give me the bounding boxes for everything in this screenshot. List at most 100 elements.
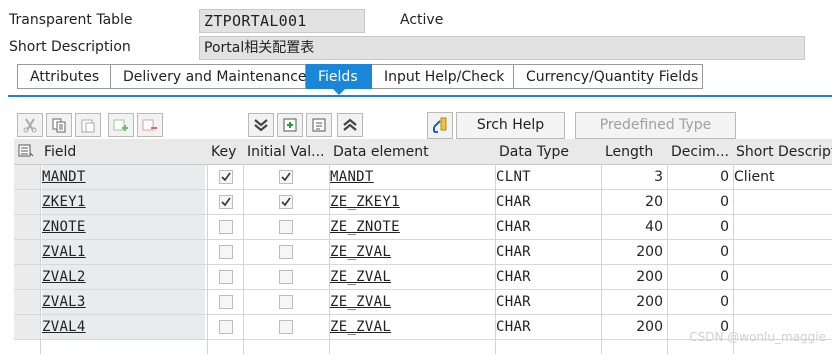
paste-icon[interactable] <box>75 113 101 137</box>
length-cell[interactable]: 40 <box>602 215 666 240</box>
column-header-data-type[interactable]: Data Type <box>499 139 599 164</box>
tab-input-help-check[interactable]: Input Help/Check <box>372 64 514 89</box>
row-selector[interactable] <box>14 265 40 290</box>
cut-icon[interactable] <box>17 113 43 137</box>
row-selector[interactable] <box>14 215 40 240</box>
initial-value-checkbox[interactable] <box>279 220 293 234</box>
short-description-field[interactable]: Portal相关配置表 <box>199 36 805 60</box>
data-element-cell[interactable]: ZE_ZVAL <box>330 265 493 290</box>
tab-strip: Attributes Delivery and Maintenance Fiel… <box>17 64 703 95</box>
data-type-cell[interactable]: CHAR <box>496 240 599 265</box>
data-type-cell[interactable]: CHAR <box>496 315 599 340</box>
decimals-cell[interactable]: 0 <box>668 215 732 240</box>
data-element-cell[interactable]: ZE_ZNOTE <box>330 215 493 240</box>
short-description-cell[interactable] <box>734 290 832 315</box>
length-cell[interactable]: 3 <box>602 165 666 190</box>
column-divider <box>40 164 41 354</box>
decimals-cell[interactable]: 0 <box>668 240 732 265</box>
table-row[interactable]: ZVAL3 ZE_ZVAL CHAR 200 0 <box>14 290 832 315</box>
row-selector[interactable] <box>14 290 40 315</box>
decimals-cell[interactable]: 0 <box>668 165 732 190</box>
table-row[interactable]: ZKEY1 ZE_ZKEY1 CHAR 20 0 <box>14 190 832 215</box>
copy-icon[interactable] <box>46 113 72 137</box>
column-header-initial-values[interactable]: Initial Val... <box>247 139 332 164</box>
initial-value-checkbox[interactable] <box>279 245 293 259</box>
tab-fields[interactable]: Fields <box>306 64 372 95</box>
initial-value-checkbox[interactable] <box>279 295 293 309</box>
insert-row-icon[interactable] <box>108 113 134 137</box>
table-row[interactable]: ZNOTE ZE_ZNOTE CHAR 40 0 <box>14 215 832 240</box>
data-element-cell[interactable]: ZE_ZKEY1 <box>330 190 493 215</box>
table-row[interactable]: ZVAL2 ZE_ZVAL CHAR 200 0 <box>14 265 832 290</box>
search-help-button[interactable]: Srch Help <box>456 112 565 139</box>
field-name-cell[interactable]: ZVAL3 <box>42 290 205 315</box>
tab-currency-quantity-fields[interactable]: Currency/Quantity Fields <box>514 64 703 89</box>
delete-row-icon[interactable] <box>137 113 163 137</box>
new-field-icon[interactable] <box>277 113 303 137</box>
short-description-cell[interactable] <box>734 265 832 290</box>
field-name-cell[interactable]: ZVAL4 <box>42 315 205 340</box>
table-name-field[interactable]: ZTPORTAL001 <box>199 9 365 33</box>
initial-value-checkbox[interactable] <box>279 195 293 209</box>
select-all-icon[interactable] <box>18 144 34 162</box>
predefined-type-button[interactable]: Predefined Type <box>575 112 736 139</box>
column-header-short-description[interactable]: Short Descripti <box>736 139 832 164</box>
length-cell[interactable]: 200 <box>602 290 666 315</box>
data-type-cell[interactable]: CLNT <box>496 165 599 190</box>
short-description-cell[interactable] <box>734 240 832 265</box>
decimals-cell[interactable]: 0 <box>668 265 732 290</box>
data-element-cell[interactable]: ZE_ZVAL <box>330 290 493 315</box>
length-cell[interactable]: 200 <box>602 240 666 265</box>
field-name-cell[interactable]: ZKEY1 <box>42 190 205 215</box>
column-header-decimals[interactable]: Decim... <box>671 139 733 164</box>
length-cell[interactable]: 200 <box>602 265 666 290</box>
column-header-field[interactable]: Field <box>44 139 204 164</box>
row-selector[interactable] <box>14 165 40 190</box>
column-header-length[interactable]: Length <box>605 139 665 164</box>
key-checkbox[interactable] <box>219 245 233 259</box>
column-header-data-element[interactable]: Data element <box>333 139 493 164</box>
table-row[interactable]: ZVAL1 ZE_ZVAL CHAR 200 0 <box>14 240 832 265</box>
expand-all-icon[interactable] <box>337 113 363 137</box>
column-header-key[interactable]: Key <box>211 139 245 164</box>
field-name-cell[interactable]: MANDT <box>42 165 205 190</box>
tab-underline <box>8 95 832 97</box>
row-selector[interactable] <box>14 190 40 215</box>
data-element-cell[interactable]: MANDT <box>330 165 493 190</box>
data-type-cell[interactable]: CHAR <box>496 265 599 290</box>
field-name-cell[interactable]: ZVAL2 <box>42 265 205 290</box>
tab-attributes[interactable]: Attributes <box>17 64 111 89</box>
data-type-cell[interactable]: CHAR <box>496 190 599 215</box>
field-name-cell[interactable]: ZNOTE <box>42 215 205 240</box>
data-element-cell[interactable]: ZE_ZVAL <box>330 240 493 265</box>
length-cell[interactable]: 200 <box>602 315 666 340</box>
table-row[interactable]: MANDT MANDT CLNT 3 0 Client <box>14 165 832 190</box>
key-checkbox[interactable] <box>219 295 233 309</box>
search-help-icon[interactable] <box>427 112 453 139</box>
row-selector[interactable] <box>14 315 40 340</box>
key-checkbox[interactable] <box>219 220 233 234</box>
length-cell[interactable]: 20 <box>602 190 666 215</box>
initial-value-checkbox[interactable] <box>279 270 293 284</box>
details-icon[interactable] <box>306 113 332 137</box>
data-type-cell[interactable]: CHAR <box>496 290 599 315</box>
field-name-cell[interactable]: ZVAL1 <box>42 240 205 265</box>
short-description-cell[interactable]: Client <box>734 165 832 190</box>
decimals-cell[interactable]: 0 <box>668 190 732 215</box>
data-element-cell[interactable]: ZE_ZVAL <box>330 315 493 340</box>
data-type-cell[interactable]: CHAR <box>496 215 599 240</box>
key-checkbox[interactable] <box>219 195 233 209</box>
short-description-cell[interactable] <box>734 215 832 240</box>
initial-value-checkbox[interactable] <box>279 320 293 334</box>
transparent-table-label: Transparent Table <box>9 12 133 28</box>
row-selector[interactable] <box>14 240 40 265</box>
key-checkbox[interactable] <box>219 320 233 334</box>
decimals-cell[interactable]: 0 <box>668 290 732 315</box>
initial-value-checkbox[interactable] <box>279 170 293 184</box>
key-checkbox[interactable] <box>219 170 233 184</box>
collapse-all-icon[interactable] <box>248 113 274 137</box>
tab-delivery-and-maintenance[interactable]: Delivery and Maintenance <box>111 64 307 89</box>
key-checkbox[interactable] <box>219 270 233 284</box>
short-description-cell[interactable] <box>734 190 832 215</box>
column-divider <box>733 164 734 354</box>
